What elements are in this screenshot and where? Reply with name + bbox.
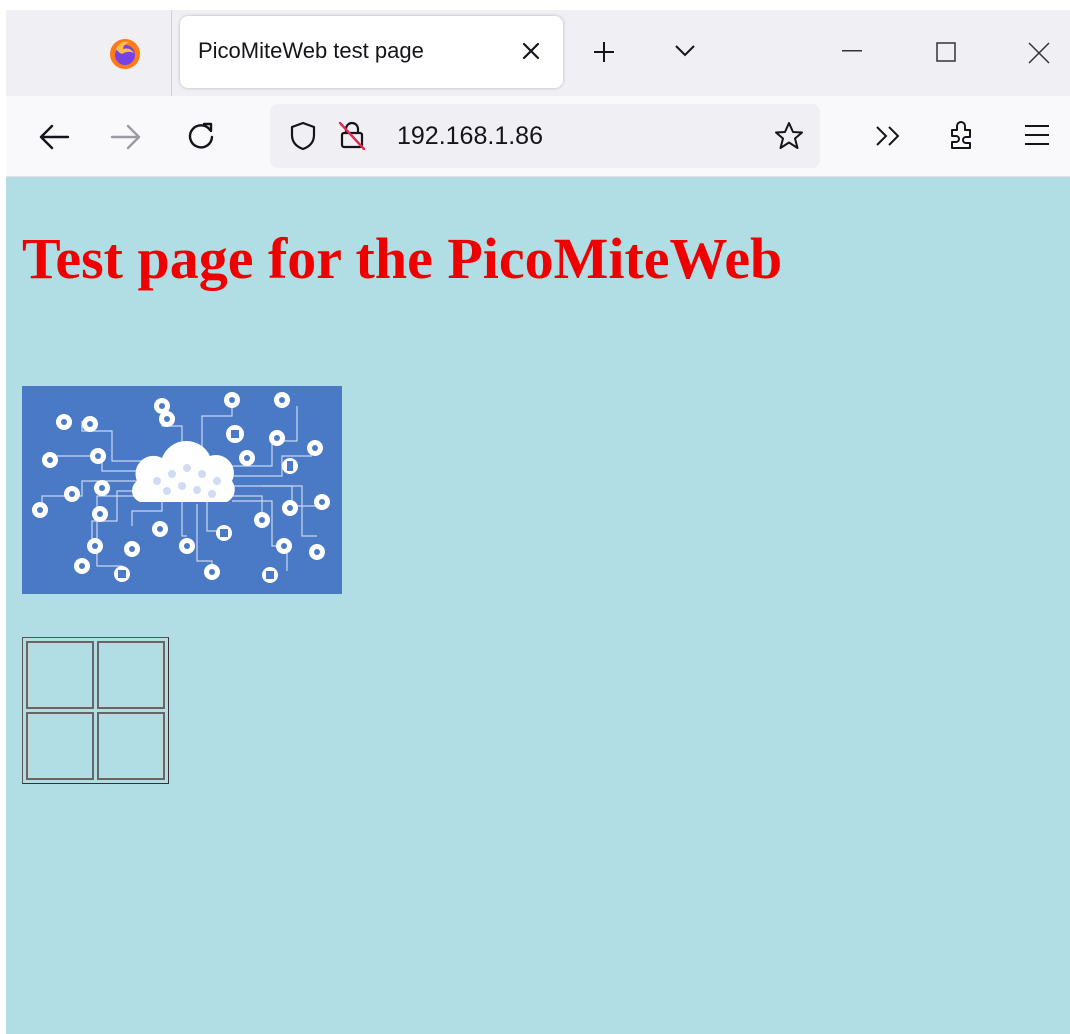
url-text[interactable]: 192.168.1.86 <box>397 122 543 151</box>
plus-icon[interactable] <box>592 40 616 64</box>
tab-strip: PicoMiteWeb test page <box>6 10 1070 96</box>
window-close-icon[interactable] <box>1028 42 1050 64</box>
grid-table <box>22 637 169 784</box>
maximize-icon[interactable] <box>936 42 956 62</box>
navigation-bar: 192.168.1.86 <box>6 96 1070 177</box>
close-icon[interactable] <box>520 40 542 62</box>
reload-icon[interactable] <box>186 121 216 151</box>
table-row <box>26 712 165 780</box>
browser-window: PicoMiteWeb test page 192.168.1.86 Test … <box>6 10 1070 1034</box>
overflow-chevrons-icon[interactable] <box>874 124 902 148</box>
tab-active[interactable]: PicoMiteWeb test page <box>180 16 563 88</box>
firefox-logo-icon[interactable] <box>108 37 142 71</box>
chevron-down-icon[interactable] <box>674 43 696 59</box>
table-cell <box>97 641 165 709</box>
minimize-icon[interactable] <box>842 50 862 52</box>
address-bar[interactable]: 192.168.1.86 <box>270 104 820 168</box>
table-cell <box>26 712 94 780</box>
iot-cloud-network-image <box>22 386 342 594</box>
page-heading: Test page for the PicoMiteWeb <box>22 226 783 291</box>
forward-arrow-icon[interactable] <box>110 124 142 150</box>
tab-title: PicoMiteWeb test page <box>198 38 424 63</box>
extensions-icon[interactable] <box>946 118 976 150</box>
star-icon[interactable] <box>774 121 804 151</box>
hamburger-menu-icon[interactable] <box>1024 124 1050 146</box>
page-content: Test page for the PicoMiteWeb <box>6 177 1070 1034</box>
table-cell <box>26 641 94 709</box>
shield-icon[interactable] <box>290 121 316 151</box>
back-arrow-icon[interactable] <box>38 124 70 150</box>
insecure-lock-icon[interactable] <box>338 120 366 150</box>
table-cell <box>97 712 165 780</box>
tab-separator <box>171 10 172 96</box>
table-row <box>26 641 165 709</box>
